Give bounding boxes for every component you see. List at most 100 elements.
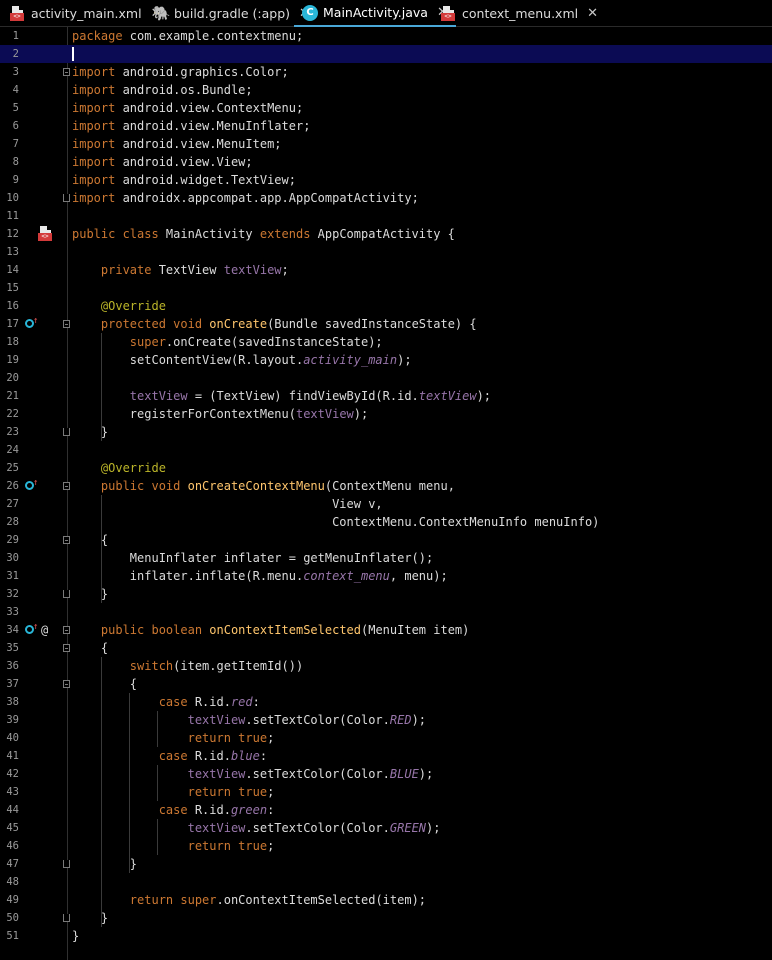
- code-text[interactable]: }: [72, 423, 108, 441]
- line-number[interactable]: 8: [0, 153, 19, 171]
- fold-collapse-icon[interactable]: [63, 626, 70, 634]
- line-number[interactable]: 43: [0, 783, 19, 801]
- fold-collapse-icon[interactable]: [63, 68, 70, 76]
- code-text[interactable]: {: [72, 639, 108, 657]
- line-number[interactable]: 42: [0, 765, 19, 783]
- code-editor[interactable]: 1 package com.example.contextmenu; 2 3 impor…: [0, 27, 772, 960]
- line-number[interactable]: 9: [0, 171, 19, 189]
- code-text[interactable]: View v,: [72, 495, 383, 513]
- code-text[interactable]: private TextView textView;: [72, 261, 289, 279]
- code-line[interactable]: 45 textView.setTextColor(Color.GREEN);: [0, 819, 772, 837]
- code-line[interactable]: 47 }: [0, 855, 772, 873]
- code-text[interactable]: import android.view.MenuInflater;: [72, 117, 310, 135]
- line-number[interactable]: 33: [0, 603, 19, 621]
- code-text[interactable]: @Override: [72, 459, 166, 477]
- code-line[interactable]: 10 import androidx.appcompat.app.AppCompa…: [0, 189, 772, 207]
- line-number[interactable]: 31: [0, 567, 19, 585]
- code-line[interactable]: 49 return super.onContextItemSelected(it…: [0, 891, 772, 909]
- line-number[interactable]: 23: [0, 423, 19, 441]
- line-number[interactable]: 20: [0, 369, 19, 387]
- code-line[interactable]: 41 case R.id.blue:: [0, 747, 772, 765]
- code-text[interactable]: @Override: [72, 297, 166, 315]
- code-line[interactable]: 21 textView = (TextView) findViewById(R.…: [0, 387, 772, 405]
- code-line[interactable]: 36 switch(item.getItemId()): [0, 657, 772, 675]
- line-number[interactable]: 51: [0, 927, 19, 945]
- code-text[interactable]: import android.widget.TextView;: [72, 171, 296, 189]
- code-text[interactable]: import android.view.ContextMenu;: [72, 99, 303, 117]
- code-line[interactable]: 14 private TextView textView;: [0, 261, 772, 279]
- code-text[interactable]: textView = (TextView) findViewById(R.id.…: [72, 387, 491, 405]
- fold-collapse-icon[interactable]: [63, 644, 70, 652]
- code-line[interactable]: 42 textView.setTextColor(Color.BLUE);: [0, 765, 772, 783]
- code-line[interactable]: 6 import android.view.MenuInflater;: [0, 117, 772, 135]
- line-number[interactable]: 41: [0, 747, 19, 765]
- fold-collapse-icon[interactable]: [63, 680, 70, 688]
- line-number[interactable]: 34: [0, 621, 19, 639]
- code-line[interactable]: 8 import android.view.View;: [0, 153, 772, 171]
- line-number[interactable]: 6: [0, 117, 19, 135]
- line-number[interactable]: 3: [0, 63, 19, 81]
- line-number[interactable]: 36: [0, 657, 19, 675]
- code-text[interactable]: super.onCreate(savedInstanceState);: [72, 333, 383, 351]
- line-number[interactable]: 18: [0, 333, 19, 351]
- code-line[interactable]: 50 }: [0, 909, 772, 927]
- code-line[interactable]: 24: [0, 441, 772, 459]
- code-text[interactable]: import android.view.View;: [72, 153, 253, 171]
- code-text[interactable]: }: [72, 855, 137, 873]
- code-line[interactable]: 3 import android.graphics.Color;: [0, 63, 772, 81]
- code-line[interactable]: 32 }: [0, 585, 772, 603]
- code-line[interactable]: 35 {: [0, 639, 772, 657]
- code-text[interactable]: case R.id.green:: [72, 801, 275, 819]
- code-line[interactable]: 16 @Override: [0, 297, 772, 315]
- code-line[interactable]: 2: [0, 45, 772, 63]
- line-number[interactable]: 46: [0, 837, 19, 855]
- line-number[interactable]: 22: [0, 405, 19, 423]
- code-line[interactable]: 46 return true;: [0, 837, 772, 855]
- fold-end-icon[interactable]: [63, 428, 70, 436]
- code-line[interactable]: 26 public void onCreateContextMenu(Conte…: [0, 477, 772, 495]
- code-text[interactable]: textView.setTextColor(Color.RED);: [72, 711, 426, 729]
- tab-build-gradle[interactable]: 🐘 build.gradle (:app) ✕: [153, 0, 310, 27]
- code-line[interactable]: 5 import android.view.ContextMenu;: [0, 99, 772, 117]
- code-line[interactable]: 7 import android.view.MenuItem;: [0, 135, 772, 153]
- code-line[interactable]: 9 import android.widget.TextView;: [0, 171, 772, 189]
- fold-end-icon[interactable]: [63, 914, 70, 922]
- code-line[interactable]: 12 public class MainActivity extends AppC…: [0, 225, 772, 243]
- line-number[interactable]: 17: [0, 315, 19, 333]
- code-text[interactable]: registerForContextMenu(textView);: [72, 405, 368, 423]
- code-text[interactable]: inflater.inflate(R.menu.context_menu, me…: [72, 567, 448, 585]
- line-number[interactable]: 30: [0, 549, 19, 567]
- code-line[interactable]: 23 }: [0, 423, 772, 441]
- code-text[interactable]: import android.graphics.Color;: [72, 63, 289, 81]
- line-number[interactable]: 15: [0, 279, 19, 297]
- line-number[interactable]: 38: [0, 693, 19, 711]
- code-line[interactable]: 40 return true;: [0, 729, 772, 747]
- fold-collapse-icon[interactable]: [63, 536, 70, 544]
- code-text[interactable]: {: [72, 531, 108, 549]
- code-line[interactable]: 17 protected void onCreate(Bundle savedI…: [0, 315, 772, 333]
- line-number[interactable]: 12: [0, 225, 19, 243]
- code-text[interactable]: return true;: [72, 783, 275, 801]
- code-line[interactable]: 20: [0, 369, 772, 387]
- code-text[interactable]: switch(item.getItemId()): [72, 657, 303, 675]
- code-line[interactable]: 13: [0, 243, 772, 261]
- code-line[interactable]: 1 package com.example.contextmenu;: [0, 27, 772, 45]
- line-number[interactable]: 35: [0, 639, 19, 657]
- line-number[interactable]: 5: [0, 99, 19, 117]
- code-text[interactable]: MenuInflater inflater = getMenuInflater(…: [72, 549, 433, 567]
- code-line[interactable]: 34 public boolean onContextItemSelected(…: [0, 621, 772, 639]
- line-number[interactable]: 29: [0, 531, 19, 549]
- annotation-at-icon[interactable]: @: [41, 623, 48, 637]
- fold-end-icon[interactable]: [63, 860, 70, 868]
- line-number[interactable]: 32: [0, 585, 19, 603]
- tab-context-menu-xml[interactable]: <> context_menu.xml ✕: [441, 0, 598, 27]
- code-text[interactable]: {: [72, 675, 137, 693]
- code-text[interactable]: }: [72, 585, 108, 603]
- related-xml-layout-icon[interactable]: <>: [38, 226, 54, 242]
- tab-activity-main-xml[interactable]: <> activity_main.xml ✕: [10, 0, 161, 27]
- line-number[interactable]: 19: [0, 351, 19, 369]
- line-number[interactable]: 28: [0, 513, 19, 531]
- fold-end-icon[interactable]: [63, 194, 70, 202]
- code-line[interactable]: 11: [0, 207, 772, 225]
- code-line[interactable]: 4 import android.os.Bundle;: [0, 81, 772, 99]
